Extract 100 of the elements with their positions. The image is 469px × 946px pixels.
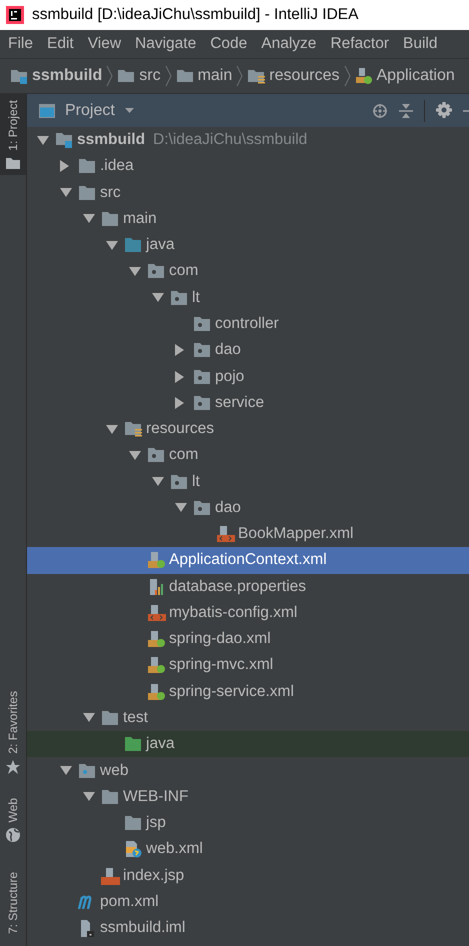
tool-window-tab[interactable]: Web xyxy=(0,792,26,848)
expanded-arrow-icon[interactable] xyxy=(106,424,118,434)
tree-item-label: src xyxy=(100,184,121,202)
tree-item-label: spring-dao.xml xyxy=(169,630,271,648)
menu-item[interactable]: Navigate xyxy=(135,35,196,53)
tool-window-tab[interactable]: 1: Project xyxy=(0,94,26,175)
folder-icon xyxy=(101,710,119,725)
tree-row[interactable]: java xyxy=(27,232,469,258)
settings-icon[interactable] xyxy=(435,102,453,120)
tree-row[interactable]: spring-mvc.xml xyxy=(27,652,469,679)
jsp-file-icon xyxy=(101,866,120,885)
menu-item[interactable]: Edit xyxy=(46,35,74,53)
expanded-arrow-icon[interactable] xyxy=(129,266,141,276)
module-path: D:\ideaJiChu\ssmbuild xyxy=(153,131,308,150)
folder-icon xyxy=(101,790,119,804)
view-selector[interactable]: Project xyxy=(65,102,115,120)
window-title: ssmbuild [D:\ideaJiChu\ssmbuild] - IntelliJ IDEA xyxy=(32,6,358,24)
tree-item-label: web.xml xyxy=(146,840,203,858)
tree-row[interactable]: jsp xyxy=(27,810,469,836)
menu-item[interactable]: Refactor xyxy=(330,35,390,53)
breadcrumb-item[interactable]: resources xyxy=(269,67,340,85)
tool-window-tab[interactable]: 7: Structure xyxy=(0,866,26,940)
expanded-arrow-icon[interactable] xyxy=(60,766,72,775)
tree-row[interactable]: pom.xml xyxy=(27,888,469,915)
menu-item[interactable]: Code xyxy=(210,35,248,53)
tree-item-label: ssmbuild xyxy=(77,131,146,150)
collapse-all-icon[interactable] xyxy=(398,102,414,118)
tree-row[interactable]: pojo xyxy=(27,363,469,390)
tree-row[interactable]: service xyxy=(27,390,469,416)
tree-row[interactable]: src xyxy=(27,180,469,206)
spring-xml-file-icon xyxy=(354,67,372,85)
tree-row[interactable]: resources xyxy=(27,416,469,442)
chevron-icon xyxy=(236,65,244,87)
tree-row[interactable]: lt xyxy=(27,284,469,311)
tree-item-label: mybatis-config.xml xyxy=(169,604,298,622)
expanded-arrow-icon[interactable] xyxy=(37,136,49,145)
tree-row[interactable]: dao xyxy=(27,494,469,521)
tree-row[interactable]: lt xyxy=(27,468,469,495)
tree-row[interactable]: com xyxy=(27,442,469,468)
tree-row[interactable]: mybatis-config.xml xyxy=(27,600,469,626)
expanded-arrow-icon[interactable] xyxy=(83,792,95,802)
folder-icon xyxy=(78,159,96,174)
tool-window-tab[interactable]: 2: Favorites xyxy=(0,684,26,780)
expanded-arrow-icon[interactable] xyxy=(106,240,118,250)
menu-item[interactable]: File xyxy=(8,35,33,53)
tree-item-label: BookMapper.xml xyxy=(238,525,354,544)
tree-item-label: ApplicationContext.xml xyxy=(169,551,327,570)
tree-row[interactable]: controller xyxy=(27,310,469,338)
tree-row[interactable]: database.properties xyxy=(27,574,469,600)
tree-row[interactable]: BookMapper.xml xyxy=(27,520,469,548)
expanded-arrow-icon[interactable] xyxy=(175,503,187,512)
star-icon xyxy=(6,760,20,774)
tree-item-label: test xyxy=(123,708,148,727)
tree-item-label: web xyxy=(100,762,128,780)
tree-row[interactable]: java xyxy=(27,731,469,758)
expanded-arrow-icon[interactable] xyxy=(152,477,164,486)
package-icon xyxy=(170,474,188,489)
package-icon xyxy=(193,343,211,358)
spring-xml-file-icon xyxy=(147,630,166,648)
breadcrumb-item[interactable]: ssmbuild xyxy=(32,67,102,85)
tree-row[interactable]: .idea xyxy=(27,153,469,180)
tree-row[interactable]: main xyxy=(27,206,469,232)
breadcrumb-item[interactable]: src xyxy=(139,67,161,85)
tree-row[interactable]: ApplicationContext.xml xyxy=(27,547,469,574)
folder-icon xyxy=(117,68,136,84)
tree-item-label: service xyxy=(215,394,264,412)
expanded-arrow-icon[interactable] xyxy=(129,450,141,460)
folder-icon xyxy=(176,68,194,84)
tree-row[interactable]: test xyxy=(27,704,469,732)
collapsed-arrow-icon[interactable] xyxy=(60,160,69,172)
collapsed-arrow-icon[interactable] xyxy=(175,370,184,383)
tree-row[interactable]: web xyxy=(27,757,469,784)
tree-item-label: lt xyxy=(192,288,200,307)
expanded-arrow-icon[interactable] xyxy=(152,293,164,302)
breadcrumb-item[interactable]: Application xyxy=(376,67,455,85)
menu-item[interactable]: Build xyxy=(403,35,438,53)
expanded-arrow-icon[interactable] xyxy=(60,188,72,198)
tree-row[interactable]: spring-service.xml xyxy=(27,678,469,705)
tree-item-label: controller xyxy=(215,314,279,333)
tree-row[interactable]: spring-dao.xml xyxy=(27,626,469,652)
tree-row[interactable]: WEB-INF xyxy=(27,784,469,810)
breadcrumb-item[interactable]: main xyxy=(198,67,232,85)
folder-icon xyxy=(101,212,119,226)
app-logo-icon xyxy=(6,6,24,24)
tree-row[interactable]: ssmbuild D:\ideaJiChu\ssmbuild xyxy=(27,127,469,154)
menu-item[interactable]: Analyze xyxy=(261,35,316,53)
tree-row[interactable]: dao xyxy=(27,337,469,364)
expanded-arrow-icon[interactable] xyxy=(83,214,95,224)
expanded-arrow-icon[interactable] xyxy=(83,713,95,722)
tree-row[interactable]: web.xml xyxy=(27,836,469,862)
tree-row[interactable]: index.jsp xyxy=(27,862,469,889)
collapsed-arrow-icon[interactable] xyxy=(175,396,184,409)
xml-file-icon xyxy=(216,525,235,544)
locate-icon[interactable] xyxy=(372,102,388,118)
web-xml-file-icon xyxy=(124,840,142,858)
tree-row[interactable]: com xyxy=(27,258,469,285)
menu-item[interactable]: View xyxy=(88,35,122,53)
tree-row[interactable]: ssmbuild.iml xyxy=(27,914,469,942)
dropdown-caret-icon[interactable] xyxy=(124,108,134,113)
collapsed-arrow-icon[interactable] xyxy=(175,344,184,356)
